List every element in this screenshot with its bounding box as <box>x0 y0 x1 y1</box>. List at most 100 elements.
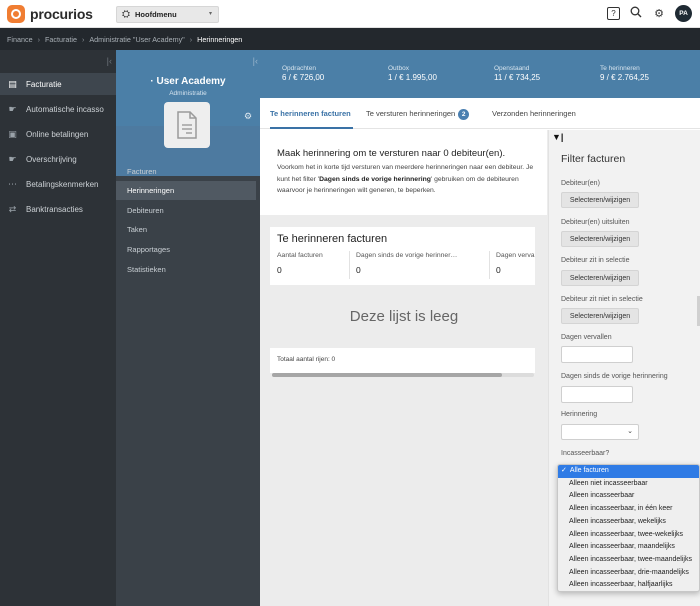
column-value: 0 <box>496 265 501 275</box>
debiteuren-select-button[interactable]: Selecteren/wijzigen <box>561 192 639 208</box>
admin-name[interactable]: · User Academy <box>116 76 260 87</box>
info-title: Maak herinnering om te versturen naar 0 … <box>277 148 506 159</box>
help-icon[interactable]: ? <box>607 7 620 20</box>
debiteuren-uitsluiten-select-button[interactable]: Selecteren/wijzigen <box>561 231 639 247</box>
tab-te-versturen-herinneringen[interactable]: Te versturen herinneringen 2 <box>366 109 470 120</box>
stat-value: 11 / € 734,25 <box>494 73 541 82</box>
avatar[interactable]: PA <box>675 5 692 22</box>
main-menu-label: Hoofdmenu <box>135 10 177 19</box>
dropdown-option[interactable]: Alleen incasseerbaar, twee-maandelijks <box>558 554 699 567</box>
column-divider <box>489 251 490 279</box>
stat-openstaand[interactable]: Openstaand 11 / € 734,25 <box>494 65 540 82</box>
breadcrumb-item[interactable]: Administratie "User Academy" <box>89 35 184 44</box>
dropdown-option[interactable]: Alleen incasseerbaar, drie-maandelijks <box>558 567 699 580</box>
stat-label: Opdrachten <box>282 65 316 72</box>
tab-verzonden-herinneringen[interactable]: Verzonden herinneringen <box>492 109 576 118</box>
collapse-sidebar-icon[interactable]: |‹ <box>107 56 112 66</box>
dropdown-option[interactable]: Alleen incasseerbaar <box>558 490 699 503</box>
nav-item-label: Online betalingen <box>26 129 89 139</box>
main-menu-dropdown[interactable]: ⛭ Hoofdmenu ▾ <box>116 6 219 23</box>
total-rows-label: Totaal aantal rijen: 0 <box>277 356 336 363</box>
stat-label: Outbox <box>388 65 409 72</box>
column-header[interactable]: Dagen verva <box>496 252 535 259</box>
document-icon <box>164 102 210 148</box>
filter-label-debiteuren-uitsluiten: Debiteur(en) uitsluiten <box>561 219 630 226</box>
column-dagen-vervallen: Dagen verva 0 <box>496 252 535 275</box>
admin-settings-icon[interactable]: ⚙ <box>244 111 252 122</box>
nav-item-facturatie[interactable]: ▤ Facturatie <box>0 73 116 95</box>
filter-title: Filter facturen <box>561 153 626 165</box>
tab-bar: Te herinneren facturen Te versturen heri… <box>260 98 700 129</box>
nav-item-label: Banktransacties <box>26 204 83 214</box>
brand-name: procurios <box>30 6 93 22</box>
dagen-sinds-input[interactable] <box>561 386 633 403</box>
list-title: Te herinneren facturen <box>277 233 388 245</box>
filter-label-debiteuren: Debiteur(en) <box>561 180 600 187</box>
column-value: 0 <box>277 265 282 275</box>
dropdown-option[interactable]: Alleen incasseerbaar, maandelijks <box>558 541 699 554</box>
dropdown-option[interactable]: Alleen incasseerbaar, twee-wekelijks <box>558 529 699 542</box>
column-header[interactable]: Aantal facturen <box>277 252 323 259</box>
reminder-list-card: Te herinneren facturen Aantal facturen 0… <box>270 227 535 285</box>
herinnering-select[interactable]: ⌄ <box>561 424 639 440</box>
dagen-vervallen-input[interactable] <box>561 346 633 363</box>
nav-item-automatische-incasso[interactable]: ☛ Automatische incasso <box>0 98 116 120</box>
gear-icon[interactable]: ⚙ <box>652 7 666 20</box>
invoice-icon: ▤ <box>8 78 17 89</box>
column-dagen-sinds: Dagen sinds de vorige herinner… 0 <box>356 252 457 275</box>
filter-label-niet-in-selectie: Debiteur zit niet in selectie <box>561 296 643 303</box>
column-header[interactable]: Dagen sinds de vorige herinner… <box>356 252 457 259</box>
card-icon: ▣ <box>8 128 17 139</box>
globe-icon: ⛭ <box>122 9 130 20</box>
collapse-panel-icon[interactable]: |‹ <box>253 56 258 66</box>
dropdown-option[interactable]: Alleen incasseerbaar, halfjaarlijks <box>558 579 699 591</box>
code-icon: ⋯ <box>8 178 17 189</box>
niet-in-selectie-select-button[interactable]: Selecteren/wijzigen <box>561 308 639 324</box>
administration-panel: |‹ · User Academy Administratie ⚙ Factur… <box>116 50 260 606</box>
column-aantal-facturen: Aantal facturen 0 <box>277 252 323 275</box>
transfer-icon: ⇄ <box>8 203 17 214</box>
dropdown-option[interactable]: Alleen niet incasseerbaar <box>558 478 699 491</box>
admin-subtitle: Administratie <box>169 90 207 97</box>
nav-item-banktransacties[interactable]: ⇄ Banktransacties <box>0 198 116 220</box>
search-icon[interactable] <box>629 6 643 21</box>
tab-te-herinneren-facturen[interactable]: Te herinneren facturen <box>270 109 351 118</box>
admin-item-facturen[interactable]: Facturen <box>116 162 256 181</box>
filter-label-incasseerbaar: Incasseerbaar? <box>561 450 610 457</box>
in-selectie-select-button[interactable]: Selecteren/wijzigen <box>561 270 639 286</box>
active-tab-indicator <box>270 127 353 129</box>
stat-outbox[interactable]: Outbox 1 / € 1.995,00 <box>388 65 437 82</box>
list-footer: Totaal aantal rijen: 0 <box>270 348 535 373</box>
info-body: Voorkom het in korte tijd versturen van … <box>277 164 534 194</box>
brand-logo[interactable]: procurios <box>7 5 93 23</box>
breadcrumb-item[interactable]: Finance <box>7 35 33 44</box>
admin-item-rapportages[interactable]: Rapportages <box>116 240 256 259</box>
dropdown-option[interactable]: Alleen incasseerbaar, in één keer <box>558 503 699 516</box>
stat-te-herinneren[interactable]: Te herinneren 9 / € 2.764,25 <box>600 65 649 82</box>
admin-item-herinneringen[interactable]: Herinneringen <box>116 181 256 200</box>
filter-collapse-icon[interactable]: ▼| <box>552 132 563 142</box>
breadcrumb-separator: › <box>81 34 85 44</box>
dropdown-option[interactable]: Alleen incasseerbaar, wekelijks <box>558 516 699 529</box>
filter-label-in-selectie: Debiteur zit in selectie <box>561 257 630 264</box>
incasseerbaar-dropdown[interactable]: ✓ Alle facturen Alleen niet incasseerbaar… <box>557 464 700 592</box>
nav-item-label: Betalingskenmerken <box>26 179 99 189</box>
stat-opdrachten[interactable]: Opdrachten 6 / € 726,00 <box>282 65 324 82</box>
hand-coins-icon: ☛ <box>8 153 17 164</box>
scrollbar-thumb[interactable] <box>272 373 502 377</box>
admin-item-statistieken[interactable]: Statistieken <box>116 260 256 279</box>
chevron-down-icon: ▾ <box>208 11 212 17</box>
nav-item-overschrijving[interactable]: ☛ Overschrijving <box>0 148 116 170</box>
stat-label: Openstaand <box>494 65 530 72</box>
breadcrumb-item[interactable]: Facturatie <box>45 35 77 44</box>
admin-item-taken[interactable]: Taken <box>116 220 256 239</box>
nav-item-betalingskenmerken[interactable]: ⋯ Betalingskenmerken <box>0 173 116 195</box>
procurios-logo-icon <box>7 5 25 23</box>
nav-item-online-betalingen[interactable]: ▣ Online betalingen <box>0 123 116 145</box>
breadcrumb: Finance › Facturatie › Administratie "Us… <box>0 28 700 50</box>
nav-item-label: Overschrijving <box>26 154 77 164</box>
dropdown-option-selected[interactable]: ✓ Alle facturen <box>558 465 699 478</box>
admin-item-debiteuren[interactable]: Debiteuren <box>116 201 256 220</box>
breadcrumb-current: Herinneringen <box>197 34 243 44</box>
horizontal-scrollbar[interactable] <box>272 373 534 377</box>
